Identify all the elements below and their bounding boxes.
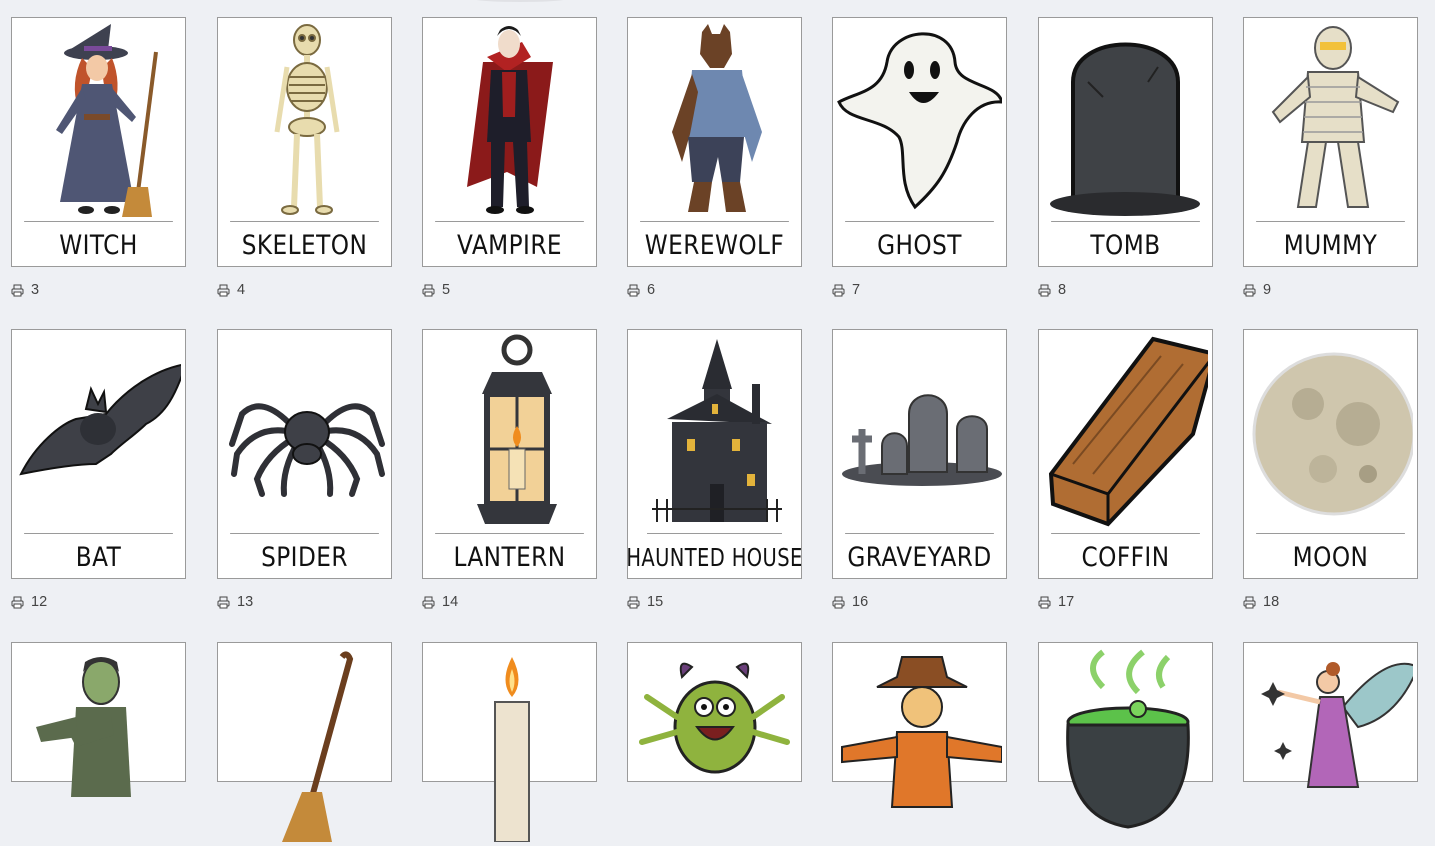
card-lantern[interactable]: LANTERN bbox=[422, 329, 597, 579]
tombstone-icon bbox=[1039, 18, 1212, 221]
card-label: GHOST bbox=[845, 221, 994, 268]
print-icon bbox=[832, 284, 845, 296]
print-count: 9 bbox=[1263, 282, 1272, 298]
print-icon bbox=[422, 284, 435, 296]
witch-icon bbox=[12, 18, 185, 221]
card-candle[interactable] bbox=[422, 642, 597, 842]
graveyard-icon bbox=[833, 330, 1006, 533]
print-count: 14 bbox=[442, 594, 459, 610]
card-moon[interactable]: MOON bbox=[1243, 329, 1418, 579]
bat-icon bbox=[12, 330, 185, 533]
print-count-4[interactable]: 4 bbox=[217, 281, 245, 299]
card-label: GRAVEYARD bbox=[845, 533, 994, 580]
mummy-icon bbox=[1244, 18, 1417, 221]
print-count-14[interactable]: 14 bbox=[422, 593, 458, 611]
print-icon bbox=[217, 284, 230, 296]
card-skeleton[interactable]: SKELETON bbox=[217, 17, 392, 267]
werewolf-icon bbox=[628, 18, 801, 221]
card-werewolf[interactable]: WEREWOLF bbox=[627, 17, 802, 267]
card-label: COFFIN bbox=[1051, 533, 1200, 580]
zombie-icon bbox=[12, 643, 185, 846]
print-count: 4 bbox=[237, 282, 246, 298]
card-label: VAMPIRE bbox=[435, 221, 584, 268]
monster-icon bbox=[628, 643, 801, 846]
print-icon bbox=[627, 596, 640, 608]
card-vampire[interactable]: VAMPIRE bbox=[422, 17, 597, 267]
print-count: 7 bbox=[852, 282, 861, 298]
print-icon bbox=[11, 284, 24, 296]
card-cauldron[interactable] bbox=[1038, 642, 1213, 829]
card-label: HAUNTED HOUSE bbox=[626, 533, 802, 580]
print-icon bbox=[1243, 596, 1256, 608]
print-count-7[interactable]: 7 bbox=[832, 281, 860, 299]
skeleton-icon bbox=[218, 18, 391, 221]
print-count-17[interactable]: 17 bbox=[1038, 593, 1074, 611]
print-count: 12 bbox=[31, 594, 48, 610]
print-count-9[interactable]: 9 bbox=[1243, 281, 1271, 299]
print-icon bbox=[422, 596, 435, 608]
print-icon bbox=[1038, 596, 1051, 608]
print-count-8[interactable]: 8 bbox=[1038, 281, 1066, 299]
card-ghost[interactable]: GHOST bbox=[832, 17, 1007, 267]
scarecrow-icon bbox=[833, 643, 1006, 846]
card-fairy[interactable] bbox=[1243, 642, 1418, 788]
print-icon bbox=[1243, 284, 1256, 296]
print-count: 5 bbox=[442, 282, 451, 298]
moon-icon bbox=[1244, 330, 1417, 533]
print-count: 6 bbox=[647, 282, 656, 298]
print-count-5[interactable]: 5 bbox=[422, 281, 450, 299]
print-count-13[interactable]: 13 bbox=[217, 593, 253, 611]
print-icon bbox=[1038, 284, 1051, 296]
card-label: TOMB bbox=[1051, 221, 1200, 268]
card-label: WEREWOLF bbox=[640, 221, 789, 268]
vampire-icon bbox=[423, 18, 596, 221]
card-label: LANTERN bbox=[435, 533, 584, 580]
card-label: SPIDER bbox=[230, 533, 379, 580]
print-count: 3 bbox=[31, 282, 40, 298]
card-mummy[interactable]: MUMMY bbox=[1243, 17, 1418, 267]
print-count: 13 bbox=[237, 594, 254, 610]
card-witch[interactable]: WITCH bbox=[11, 17, 186, 267]
print-count-18[interactable]: 18 bbox=[1243, 593, 1279, 611]
print-icon bbox=[832, 596, 845, 608]
print-count-6[interactable]: 6 bbox=[627, 281, 655, 299]
print-count: 16 bbox=[852, 594, 869, 610]
card-spider[interactable]: SPIDER bbox=[217, 329, 392, 579]
fairy-icon bbox=[1244, 643, 1417, 846]
print-count-12[interactable]: 12 bbox=[11, 593, 47, 611]
broom-icon bbox=[218, 643, 391, 846]
flashcard-grid: WITCH SKELETON VAMPIRE WEREWOLF GHOST TO… bbox=[0, 0, 1435, 842]
print-icon bbox=[217, 596, 230, 608]
card-scarecrow[interactable] bbox=[832, 642, 1007, 808]
card-monster[interactable] bbox=[627, 642, 802, 782]
card-label: SKELETON bbox=[230, 221, 379, 268]
card-bat[interactable]: BAT bbox=[11, 329, 186, 579]
coffin-icon bbox=[1039, 330, 1212, 533]
print-count-15[interactable]: 15 bbox=[627, 593, 663, 611]
card-coffin[interactable]: COFFIN bbox=[1038, 329, 1213, 579]
candle-icon bbox=[423, 643, 596, 846]
print-count: 15 bbox=[647, 594, 664, 610]
card-graveyard[interactable]: GRAVEYARD bbox=[832, 329, 1007, 579]
card-label: BAT bbox=[24, 533, 173, 580]
haunted-house-icon bbox=[628, 330, 801, 533]
print-icon bbox=[11, 596, 24, 608]
spider-icon bbox=[218, 330, 391, 533]
print-count-3[interactable]: 3 bbox=[11, 281, 39, 299]
card-tomb[interactable]: TOMB bbox=[1038, 17, 1213, 267]
card-broom[interactable] bbox=[217, 642, 392, 842]
lantern-icon bbox=[423, 330, 596, 533]
print-count-16[interactable]: 16 bbox=[832, 593, 868, 611]
print-count: 8 bbox=[1058, 282, 1067, 298]
print-count: 18 bbox=[1263, 594, 1280, 610]
card-zombie[interactable] bbox=[11, 642, 186, 797]
card-haunted-house[interactable]: HAUNTED HOUSE bbox=[626, 329, 802, 580]
card-label: MUMMY bbox=[1256, 221, 1405, 268]
card-label: MOON bbox=[1256, 533, 1405, 580]
ghost-icon bbox=[833, 18, 1006, 221]
cauldron-icon bbox=[1039, 643, 1212, 846]
card-label: WITCH bbox=[24, 221, 173, 268]
print-icon bbox=[627, 284, 640, 296]
print-count: 17 bbox=[1058, 594, 1075, 610]
